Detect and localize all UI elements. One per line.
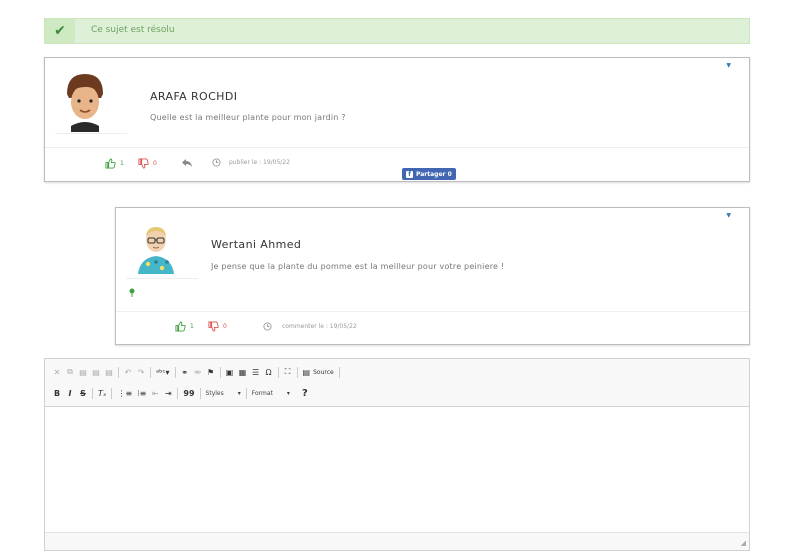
facebook-icon: f [406,170,413,178]
toolbar-separator [118,366,119,378]
help-button[interactable]: ? [301,388,309,399]
toolbar-separator [277,366,279,378]
dislike-button[interactable]: 0 [208,321,227,332]
redo-icon[interactable]: ↷ [137,368,145,377]
toolbar-separator [296,366,298,378]
like-button[interactable]: 1 [105,158,124,169]
special-char-icon[interactable]: Ω [265,368,273,377]
clock-icon [263,322,272,331]
dislike-count: 0 [153,160,157,167]
paste-icon[interactable]: ▤ [79,368,87,377]
source-label: Source [313,368,334,376]
facebook-share-button[interactable]: f Partager 0 [402,168,456,180]
chevron-down-icon: ▾ [286,389,290,397]
styles-dropdown[interactable]: Styles ▾ [206,390,241,397]
comment-date: commenter le : 19/05/22 [263,322,357,331]
post-date-text: publier le : 19/05/22 [229,159,290,166]
toolbar-separator [92,387,93,399]
unlink-icon[interactable]: ⚮ [194,368,202,377]
post-message: Quelle est la meilleur plante pour mon j… [150,113,346,122]
question-post: ▼ ARAFA ROCHDI Quelle est la meilleur pl… [44,57,750,182]
avatar-divider [126,278,198,279]
editor-content-area[interactable] [45,407,749,532]
caret-down-icon[interactable]: ▼ [726,62,731,69]
toolbar-row-2: B I S Tₓ ⋮≡ ⁝≡ ⇤ ⇥ 99 Styles ▾ Format ▾ … [53,386,309,400]
paste-text-icon[interactable]: ▤ [92,368,100,377]
avatar [67,74,103,132]
thumbs-down-icon [138,158,149,169]
avatar [138,227,174,274]
clock-icon [212,158,221,167]
toolbar-separator [177,387,179,399]
toolbar-separator [174,366,176,378]
avatar-divider [55,133,127,134]
table-icon[interactable]: ▦ [239,368,247,377]
toolbar-separator [111,387,113,399]
link-icon[interactable]: ⚭ [181,368,189,377]
reply-icon [182,159,192,167]
author-name[interactable]: ARAFA ROCHDI [150,90,237,103]
numbered-list-icon[interactable]: ⋮≡ [117,389,132,398]
outdent-icon[interactable]: ⇤ [151,389,159,398]
comment-date-text: commenter le : 19/05/22 [282,323,357,330]
resolved-notice: ✔ Ce sujet est résolu [44,18,750,44]
author-name[interactable]: Wertani Ahmed [211,238,301,251]
editor-toolbar: ✕ ⧉ ▤ ▤ ▤ ↶ ↷ ᵃᵇᶜ▾ ⚭ ⚮ ⚑ ▣ ▦ ☰ Ω ⛶ ▤ Sou… [45,359,749,407]
share-label: Partager 0 [416,170,452,178]
comment-post: ▼ Wertani Ahmed Je pense que la plante d… [115,207,750,345]
paste-word-icon[interactable]: ▤ [105,368,113,377]
resize-handle-icon[interactable]: ◢ [741,539,746,547]
format-label: Format [251,389,273,397]
image-icon[interactable]: ▣ [226,368,234,377]
spellcheck-icon[interactable]: ᵃᵇᶜ▾ [156,368,170,377]
toolbar-separator [219,366,221,378]
comment-editor: ✕ ⧉ ▤ ▤ ▤ ↶ ↷ ᵃᵇᶜ▾ ⚭ ⚮ ⚑ ▣ ▦ ☰ Ω ⛶ ▤ Sou… [44,358,750,551]
like-count: 1 [190,323,194,330]
toolbar-separator [245,387,247,399]
toolbar-separator [199,387,201,399]
maximize-icon[interactable]: ⛶ [284,367,292,377]
resolved-text: Ce sujet est résolu [91,25,175,35]
toolbar-separator [150,366,151,378]
bold-button[interactable]: B [53,389,61,398]
indent-icon[interactable]: ⇥ [164,389,172,398]
source-icon: ▤ [302,367,311,377]
styles-label: Styles [205,389,224,397]
italic-button[interactable]: I [66,389,74,398]
caret-down-icon[interactable]: ▼ [726,212,731,219]
undo-icon[interactable]: ↶ [124,368,132,377]
blockquote-button[interactable]: 99 [183,389,194,398]
anchor-flag-icon[interactable]: ⚑ [207,368,215,377]
dislike-count: 0 [223,323,227,330]
cut-icon[interactable]: ✕ [53,368,61,377]
toolbar-separator [338,366,340,378]
horizontal-line-icon[interactable]: ☰ [252,368,260,377]
thumbs-up-icon [175,321,186,332]
comment-message: Je pense que la plante du pomme est la m… [211,262,505,271]
strike-button[interactable]: S [79,389,87,398]
chevron-down-icon: ▾ [237,389,241,397]
bulleted-list-icon[interactable]: ⁝≡ [137,389,146,398]
source-button[interactable]: ▤ Source [303,368,334,377]
thumbs-up-icon [105,158,116,169]
editor-status-bar [45,532,749,550]
thumbs-down-icon [208,321,219,332]
dislike-button[interactable]: 0 [138,158,157,169]
copy-icon[interactable]: ⧉ [66,367,74,377]
like-count: 1 [120,160,124,167]
toolbar-row-1: ✕ ⧉ ▤ ▤ ▤ ↶ ↷ ᵃᵇᶜ▾ ⚭ ⚮ ⚑ ▣ ▦ ☰ Ω ⛶ ▤ Sou… [53,365,340,379]
like-button[interactable]: 1 [175,321,194,332]
reply-button[interactable] [181,158,193,168]
check-icon: ✔ [45,19,75,43]
pin-icon [129,288,135,297]
remove-format-icon[interactable]: Tₓ [98,389,106,398]
post-date: publier le : 19/05/22 [212,158,290,167]
format-dropdown[interactable]: Format ▾ [252,390,290,397]
